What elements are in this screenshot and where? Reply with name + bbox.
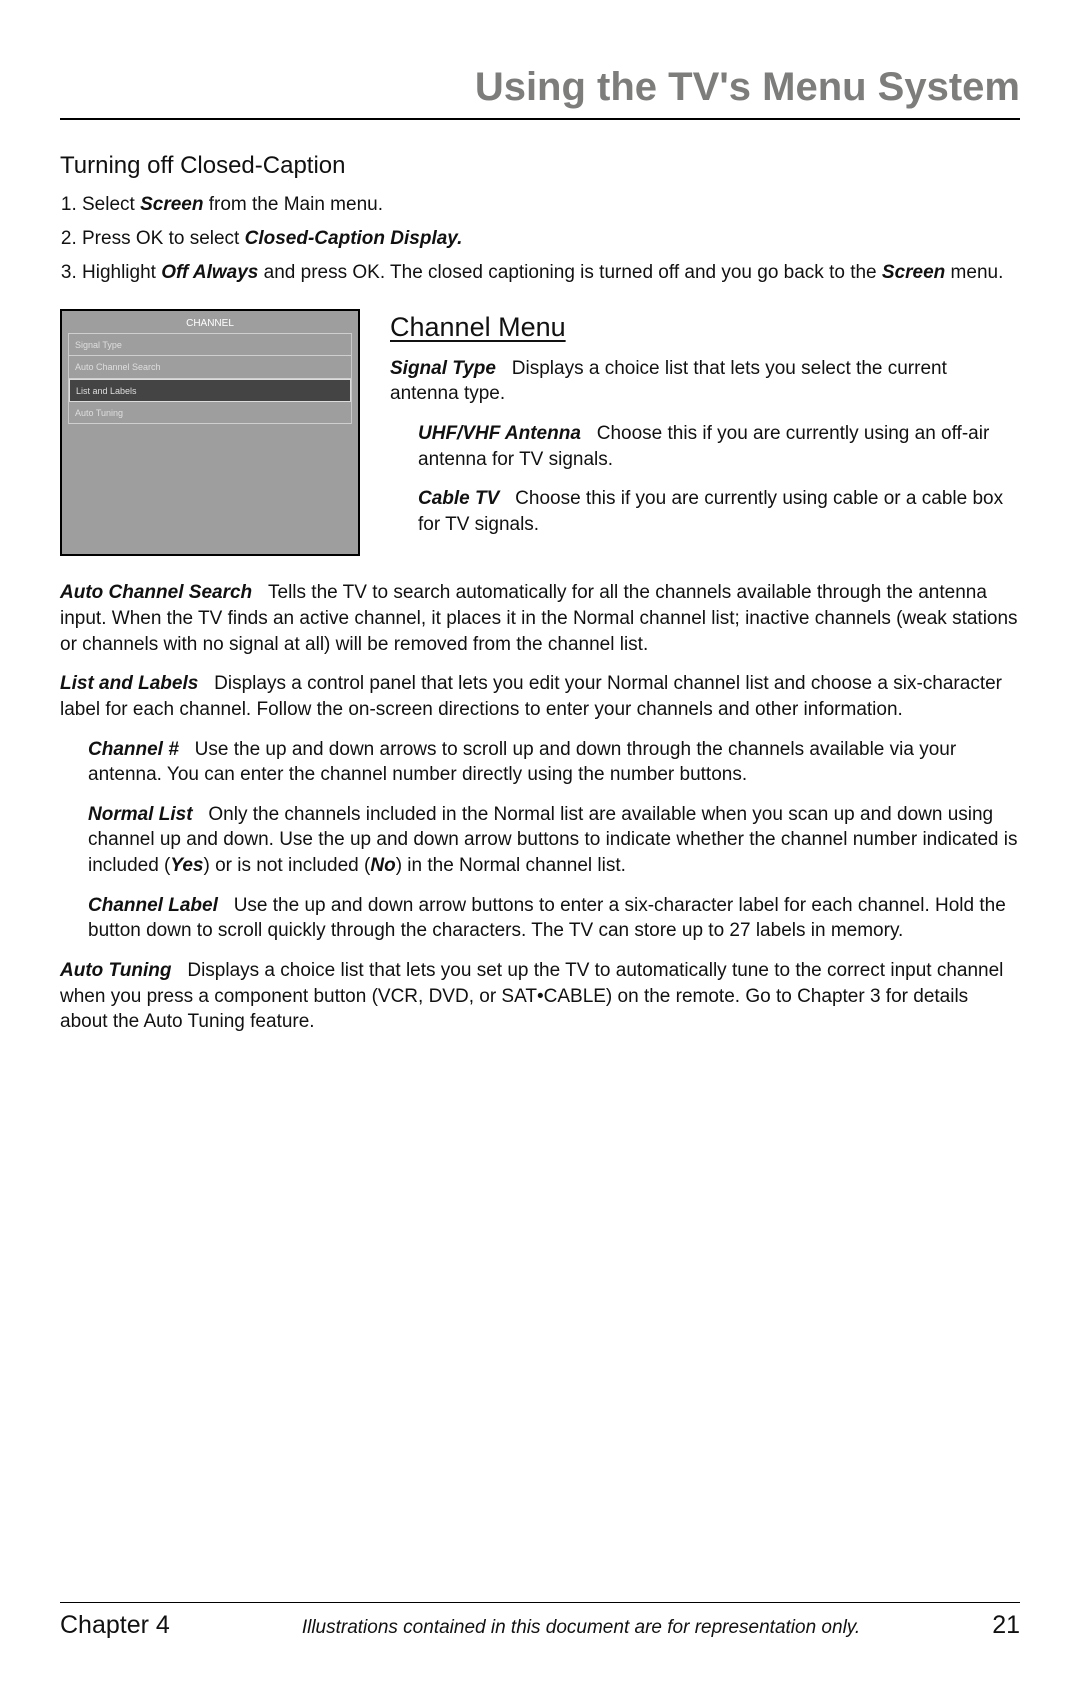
- desc-auto-tuning: Displays a choice list that lets you set…: [60, 960, 1003, 1032]
- step-3-em-a: Off Always: [161, 262, 258, 283]
- menu-item: Auto Channel Search: [69, 356, 351, 378]
- footer-page-number: 21: [992, 1609, 1020, 1643]
- term-channel-num: Channel #: [88, 739, 179, 760]
- term-normal-list: Normal List: [88, 804, 193, 825]
- desc-normal-list-b: ) or is not included (: [204, 855, 371, 876]
- step-1-text-b: from the Main menu.: [203, 194, 383, 215]
- step-3: Highlight Off Always and press OK. The c…: [82, 260, 1020, 286]
- footer-divider: [60, 1602, 1020, 1603]
- step-3-text-c: menu.: [945, 262, 1003, 283]
- step-3-text-a: Highlight: [82, 262, 161, 283]
- menu-item-selected: List and Labels: [69, 379, 351, 402]
- term-auto-search: Auto Channel Search: [60, 582, 252, 603]
- desc-channel-num: Use the up and down arrows to scroll up …: [88, 739, 956, 786]
- section-heading-closed-caption: Turning off Closed-Caption: [60, 150, 1020, 182]
- chapter-title: Using the TV's Menu System: [60, 60, 1020, 120]
- menu-screenshot: CHANNEL Signal Type Auto Channel Search …: [60, 309, 360, 556]
- step-1-text-a: Select: [82, 194, 140, 215]
- step-2-em: Closed-Caption Display.: [245, 228, 463, 249]
- term-yes: Yes: [170, 855, 203, 876]
- term-no: No: [370, 855, 395, 876]
- step-3-em-b: Screen: [882, 262, 945, 283]
- term-signal-type: Signal Type: [390, 358, 496, 379]
- steps-list: Select Screen from the Main menu. Press …: [82, 192, 1020, 285]
- desc-list-labels: Displays a control panel that lets you e…: [60, 673, 1002, 720]
- section-heading-channel-menu: Channel Menu: [390, 309, 1020, 345]
- step-1: Select Screen from the Main menu.: [82, 192, 1020, 218]
- step-2: Press OK to select Closed-Caption Displa…: [82, 226, 1020, 252]
- term-auto-tuning: Auto Tuning: [60, 960, 172, 981]
- term-uhf: UHF/VHF Antenna: [418, 423, 581, 444]
- step-3-text-b: and press OK. The closed captioning is t…: [258, 262, 882, 283]
- term-list-labels: List and Labels: [60, 673, 198, 694]
- menu-item: Auto Tuning: [69, 402, 351, 424]
- footer-chapter: Chapter 4: [60, 1609, 170, 1643]
- desc-normal-list-c: ) in the Normal channel list.: [396, 855, 626, 876]
- footer-note: Illustrations contained in this document…: [302, 1615, 860, 1641]
- menu-item: Signal Type: [69, 334, 351, 356]
- step-2-text-a: Press OK to select: [82, 228, 245, 249]
- desc-cable: Choose this if you are currently using c…: [418, 488, 1003, 535]
- term-channel-label: Channel Label: [88, 895, 218, 916]
- menu-header: CHANNEL: [68, 317, 352, 331]
- step-1-em: Screen: [140, 194, 203, 215]
- term-cable: Cable TV: [418, 488, 499, 509]
- desc-channel-label: Use the up and down arrow buttons to ent…: [88, 895, 1006, 942]
